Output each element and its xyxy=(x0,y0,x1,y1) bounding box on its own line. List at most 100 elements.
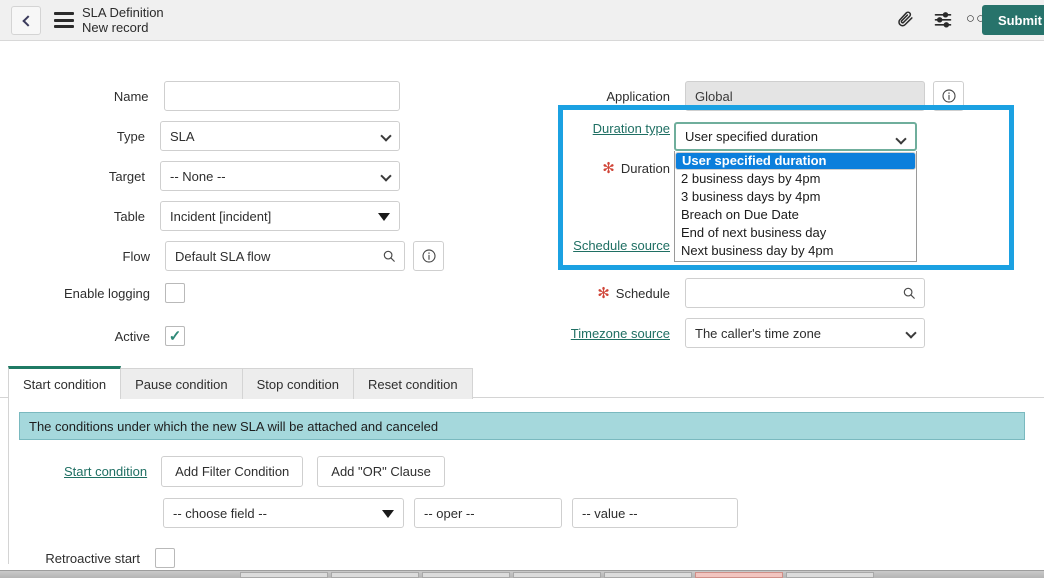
hamburger-menu-icon[interactable] xyxy=(54,12,74,28)
field-row-retroactive-start: Retroactive start xyxy=(0,548,400,568)
field-row-enable-logging: Enable logging xyxy=(30,283,290,303)
duration-type-options-list[interactable]: User specified duration 2 business days … xyxy=(674,151,917,262)
tab-start-condition[interactable]: Start condition xyxy=(8,366,122,399)
type-label: Type xyxy=(116,128,145,144)
back-button[interactable] xyxy=(11,6,41,35)
enable-logging-label: Enable logging xyxy=(63,285,150,301)
tab-label: Stop condition xyxy=(256,376,340,392)
required-indicator-icon: ✻ xyxy=(597,284,610,302)
chevron-left-icon xyxy=(21,14,34,27)
flow-info-button[interactable] xyxy=(413,241,444,271)
dropdown-option[interactable]: Breach on Due Date xyxy=(675,206,916,224)
duration-type-label[interactable]: Duration type xyxy=(560,121,670,136)
condition-tabs: Start condition Pause condition Stop con… xyxy=(8,366,473,399)
timezone-source-select[interactable]: The caller's time zone xyxy=(685,318,925,348)
choose-field-select-wrap: -- choose field -- xyxy=(163,498,404,528)
taskbar-window-button[interactable] xyxy=(331,571,419,578)
add-filter-condition-button[interactable]: Add Filter Condition xyxy=(161,456,304,487)
hamburger-bar-1 xyxy=(54,12,74,15)
type-select[interactable]: SLA xyxy=(160,121,400,151)
taskbar-window-button[interactable] xyxy=(604,571,692,578)
timezone-source-select-wrap: The caller's time zone xyxy=(685,318,925,348)
choose-field-select[interactable]: -- choose field -- xyxy=(163,498,404,528)
hamburger-bar-3 xyxy=(54,25,74,28)
header-actions: ○○○ xyxy=(894,8,995,30)
record-title-block: SLA Definition New record xyxy=(82,5,164,35)
target-select[interactable]: -- None -- xyxy=(160,161,400,191)
application-info-button[interactable] xyxy=(933,81,964,111)
info-banner: The conditions under which the new SLA w… xyxy=(19,412,1025,440)
schedule-input[interactable] xyxy=(685,278,894,308)
panel-left-border xyxy=(8,398,9,564)
application-label: Application xyxy=(606,88,670,104)
enable-logging-checkbox[interactable] xyxy=(165,283,185,303)
name-input[interactable] xyxy=(163,81,400,111)
checkmark-icon: ✓ xyxy=(168,327,182,345)
operator-select[interactable]: -- oper -- xyxy=(414,498,562,528)
flow-search-button[interactable] xyxy=(374,241,405,271)
field-row-active: Active ✓ xyxy=(30,326,290,346)
tab-stop-condition[interactable]: Stop condition xyxy=(241,368,355,399)
taskbar-window-button[interactable] xyxy=(786,571,874,578)
add-or-clause-button[interactable]: Add "OR" Clause xyxy=(317,456,445,487)
timezone-source-label[interactable]: Timezone source xyxy=(560,326,670,341)
chevron-down-icon xyxy=(895,133,907,145)
table-select[interactable]: Incident [incident] xyxy=(160,201,400,231)
dropdown-option[interactable]: 2 business days by 4pm xyxy=(675,170,916,188)
field-row-target: Target -- None -- xyxy=(60,161,400,191)
tab-label: Reset condition xyxy=(368,376,458,392)
retroactive-start-checkbox[interactable] xyxy=(155,548,175,568)
start-condition-panel: The conditions under which the new SLA w… xyxy=(0,398,1044,568)
table-select-wrap: Incident [incident] xyxy=(160,201,400,231)
duration-type-selected-value: User specified duration xyxy=(685,129,818,144)
table-label: Table xyxy=(113,208,145,224)
record-subtitle: New record xyxy=(82,20,149,35)
retroactive-start-label: Retroactive start xyxy=(45,550,140,566)
dropdown-option[interactable]: End of next business day xyxy=(675,224,916,242)
hamburger-bar-2 xyxy=(54,18,74,22)
tab-label: Start condition xyxy=(23,376,107,392)
active-checkbox[interactable]: ✓ xyxy=(165,326,185,346)
application-input xyxy=(685,81,925,111)
taskbar-window-button[interactable] xyxy=(422,571,510,578)
field-row-flow: Flow xyxy=(60,241,450,271)
field-row-schedule: ✻ Schedule xyxy=(560,278,980,308)
field-row-table: Table Incident [incident] xyxy=(60,201,400,231)
target-label: Target xyxy=(108,168,145,184)
duration-label-wrap: ✻ Duration xyxy=(560,161,670,176)
field-row-application: Application xyxy=(560,81,980,111)
name-label: Name xyxy=(113,88,149,104)
paperclip-icon[interactable] xyxy=(894,8,916,30)
start-condition-link[interactable]: Start condition xyxy=(64,464,147,479)
page-title: SLA Definition xyxy=(82,5,164,20)
dropdown-option[interactable]: User specified duration xyxy=(675,152,916,170)
submit-button[interactable]: Submit xyxy=(981,5,1044,35)
sliders-icon[interactable] xyxy=(932,8,954,30)
schedule-label: Schedule xyxy=(615,285,670,301)
duration-type-select[interactable]: User specified duration xyxy=(674,122,917,151)
tab-label: Pause condition xyxy=(135,376,228,392)
field-row-timezone-source: Timezone source The caller's time zone xyxy=(560,318,980,348)
required-indicator-icon: ✻ xyxy=(602,160,615,177)
filter-condition-row: -- choose field -- -- oper -- -- value -… xyxy=(163,498,738,528)
active-label: Active xyxy=(114,328,150,344)
schedule-search-button[interactable] xyxy=(894,278,925,308)
dropdown-option[interactable]: Next business day by 4pm xyxy=(675,242,916,260)
tab-reset-condition[interactable]: Reset condition xyxy=(353,368,473,399)
duration-label: Duration xyxy=(620,161,670,176)
condition-actions-row: Start condition Add Filter Condition Add… xyxy=(64,456,445,487)
field-row-name: Name xyxy=(60,81,400,111)
value-select[interactable]: -- value -- xyxy=(572,498,738,528)
taskbar-window-button[interactable] xyxy=(513,571,601,578)
dropdown-option[interactable]: 3 business days by 4pm xyxy=(675,188,916,206)
taskbar-window-button-active[interactable] xyxy=(695,571,783,578)
field-row-type: Type SLA xyxy=(60,121,400,151)
taskbar-window-button[interactable] xyxy=(240,571,328,578)
app-header: SLA Definition New record ○○○ Submit xyxy=(0,0,1044,41)
type-select-wrap: SLA xyxy=(160,121,400,151)
schedule-label-wrap: ✻ Schedule xyxy=(560,286,670,301)
flow-label: Flow xyxy=(122,248,150,264)
tab-pause-condition[interactable]: Pause condition xyxy=(120,368,243,399)
schedule-source-label[interactable]: Schedule source xyxy=(560,238,670,253)
flow-input[interactable] xyxy=(165,241,374,271)
